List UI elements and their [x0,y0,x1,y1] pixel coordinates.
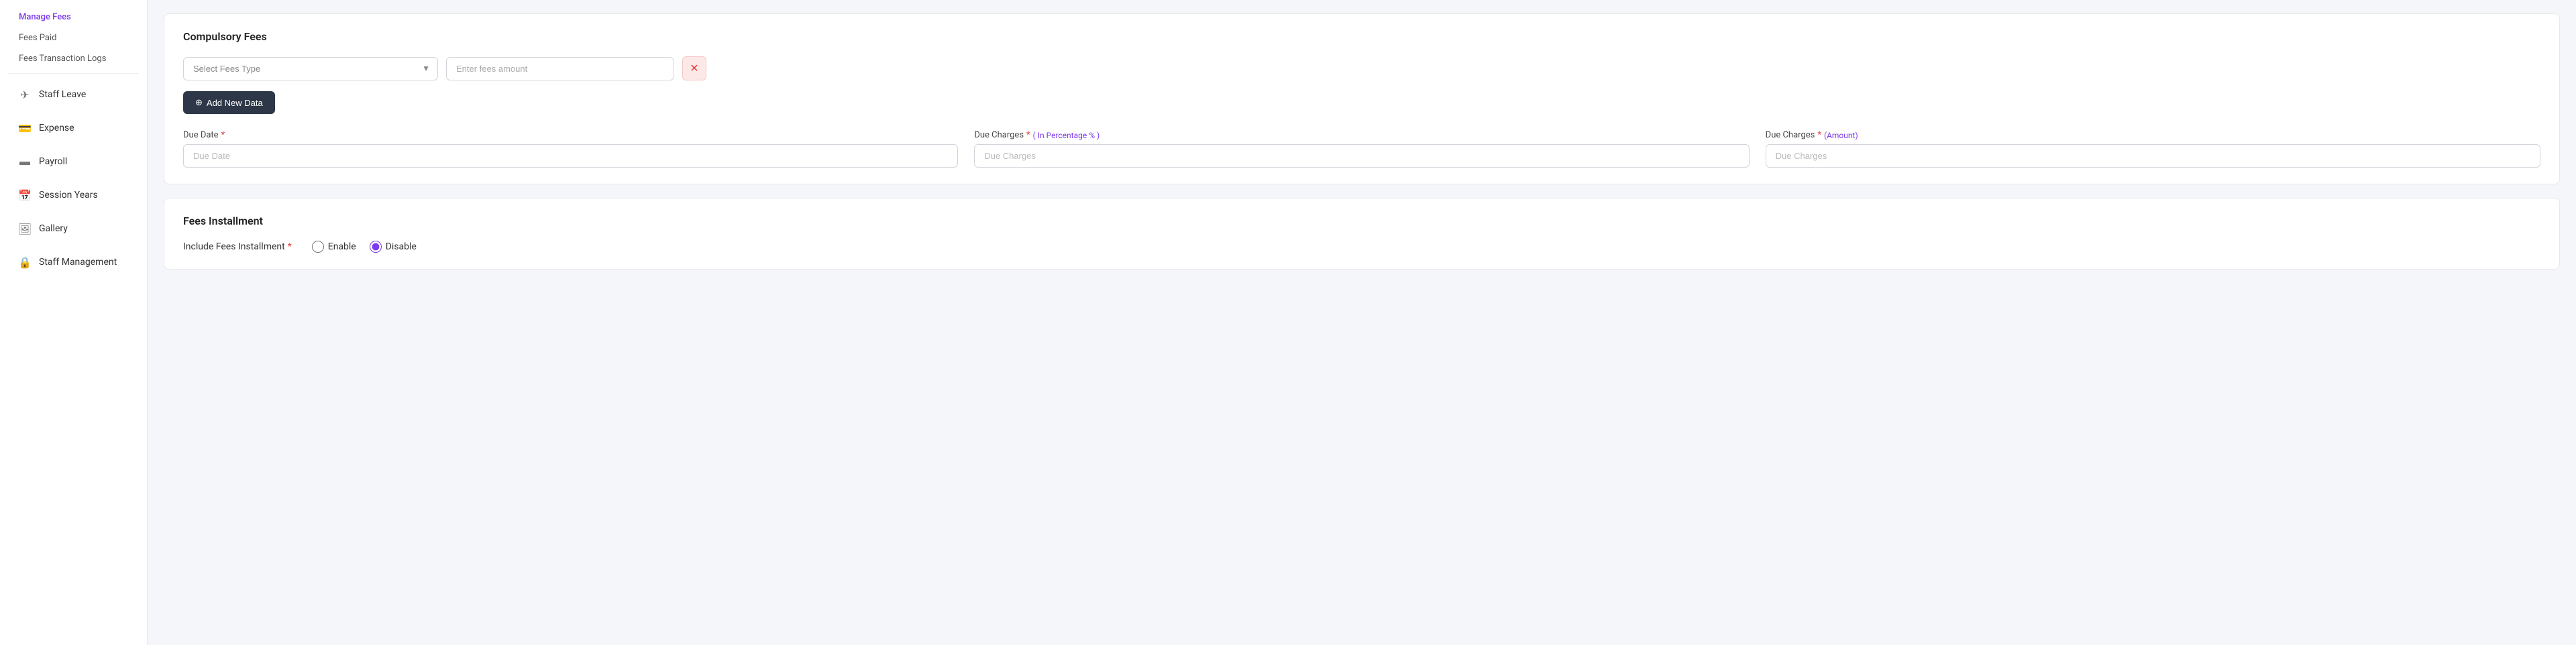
sidebar-item-gallery-label: Gallery [39,223,68,234]
add-new-data-button[interactable]: ⊕ Add New Data [183,91,275,114]
sidebar: Manage Fees Fees Paid Fees Transaction L… [0,0,148,645]
due-date-required: * [221,130,225,140]
installment-radio-group: Include Fees Installment * Enable Disabl… [183,241,2540,253]
due-charges-amount-hint: (Amount) [1824,131,1858,140]
sidebar-divider-1 [8,73,139,74]
fees-type-select[interactable]: Select Fees Type [183,57,438,80]
plane-icon: ✈ [17,87,32,102]
due-date-group: Due Date * [183,130,958,168]
disable-radio-input[interactable] [370,241,382,253]
enable-radio-input[interactable] [312,241,324,253]
sidebar-item-manage-fees[interactable]: Manage Fees [0,7,147,27]
add-new-data-label: Add New Data [207,98,263,108]
fees-input-row: Select Fees Type ▼ ✕ [183,56,2540,80]
staff-management-icon: 🔒 [17,255,32,270]
sidebar-item-payroll[interactable]: ▬ Payroll [5,146,142,177]
fees-installment-card: Fees Installment Include Fees Installmen… [164,198,2560,270]
due-charges-amount-required: * [1817,130,1821,140]
enable-radio-option[interactable]: Enable [312,241,356,253]
disable-radio-option[interactable]: Disable [370,241,417,253]
sidebar-item-session-years[interactable]: 📅 Session Years [5,180,142,211]
sidebar-item-expense[interactable]: 💳 Expense [5,113,142,143]
sidebar-item-staff-management-label: Staff Management [39,257,117,268]
sidebar-item-fees-paid[interactable]: Fees Paid [0,27,147,48]
sidebar-item-expense-label: Expense [39,123,74,133]
due-charges-amount-input[interactable] [1766,144,2540,168]
sidebar-item-session-years-label: Session Years [39,190,98,200]
sidebar-item-fees-transaction-logs[interactable]: Fees Transaction Logs [0,48,147,69]
fees-amount-input[interactable] [446,57,674,80]
sidebar-item-staff-leave[interactable]: ✈ Staff Leave [5,79,142,110]
due-charges-percent-required: * [1026,130,1030,140]
installment-required: * [288,241,292,252]
expense-icon: 💳 [17,121,32,135]
due-charges-form-row: Due Date * Due Charges * ( In Percentage… [183,130,2540,168]
due-charges-percent-group: Due Charges * ( In Percentage % ) [974,130,1749,168]
main-content: Compulsory Fees Select Fees Type ▼ ✕ ⊕ A… [148,0,2576,645]
gallery-icon: 🖼 [17,221,32,236]
installment-label: Include Fees Installment * [183,241,292,252]
enable-radio-label: Enable [328,241,356,252]
compulsory-fees-title: Compulsory Fees [183,30,2540,43]
due-charges-amount-group: Due Charges * (Amount) [1766,130,2540,168]
sidebar-sub-items: Manage Fees Fees Paid Fees Transaction L… [0,7,147,69]
times-icon: ✕ [690,62,698,75]
compulsory-fees-card: Compulsory Fees Select Fees Type ▼ ✕ ⊕ A… [164,13,2560,184]
due-charges-percent-hint: ( In Percentage % ) [1033,131,1100,140]
due-charges-percent-input[interactable] [974,144,1749,168]
plus-circle-icon: ⊕ [195,97,203,108]
sidebar-item-staff-management[interactable]: 🔒 Staff Management [5,247,142,278]
due-charges-percent-label: Due Charges * ( In Percentage % ) [974,130,1749,140]
sidebar-item-payroll-label: Payroll [39,156,67,167]
fees-installment-title: Fees Installment [183,215,2540,227]
disable-radio-label: Disable [386,241,417,252]
due-date-label: Due Date * [183,130,958,140]
fees-type-select-wrapper: Select Fees Type ▼ [183,57,438,80]
sidebar-item-gallery[interactable]: 🖼 Gallery [5,213,142,244]
delete-fees-button[interactable]: ✕ [682,56,706,80]
sidebar-item-staff-leave-label: Staff Leave [39,89,86,100]
due-charges-amount-label: Due Charges * (Amount) [1766,130,2540,140]
due-date-input[interactable] [183,144,958,168]
payroll-icon: ▬ [17,154,32,169]
calendar-icon: 📅 [17,188,32,202]
